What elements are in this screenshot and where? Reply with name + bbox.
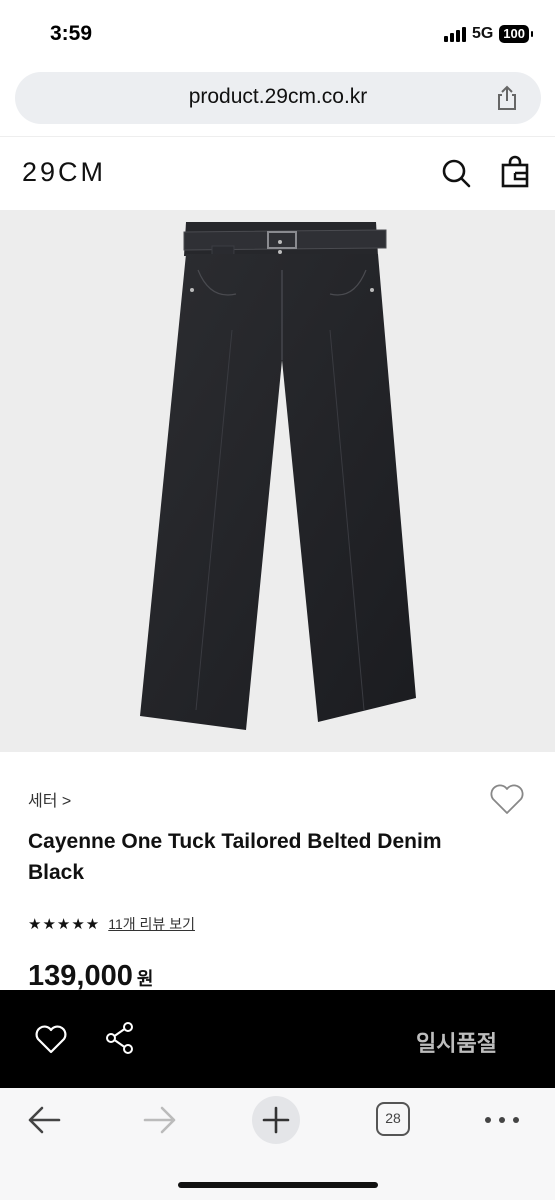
signal-icon <box>443 26 466 42</box>
currency-label: 원 <box>136 969 154 989</box>
address-bar[interactable]: product.29cm.co.kr <box>15 72 541 124</box>
status-bar: 3:59 5G 100 <box>0 0 555 64</box>
category-breadcrumb[interactable]: 세터 > <box>28 787 71 811</box>
new-tab-button[interactable] <box>252 1096 300 1144</box>
rating-stars: ★★★★★ <box>28 916 101 933</box>
site-header: 29CM <box>0 136 555 210</box>
browser-toolbar: 28 <box>0 1088 555 1200</box>
arrow-left-icon[interactable] <box>26 1104 62 1136</box>
more-icon[interactable] <box>482 1110 522 1130</box>
share-nodes-icon[interactable] <box>104 1021 136 1055</box>
review-link[interactable]: 11개 리뷰 보기 <box>108 914 195 934</box>
price-row: 139,000 원 <box>28 960 153 990</box>
url-text[interactable]: product.29cm.co.kr <box>15 85 541 109</box>
search-icon[interactable] <box>440 157 472 189</box>
soldout-button[interactable]: 일시품절 <box>416 1026 497 1058</box>
arrow-right-icon[interactable] <box>142 1104 178 1136</box>
product-price: 139,000 <box>28 960 133 990</box>
site-logo[interactable]: 29CM <box>22 157 106 188</box>
status-time: 3:59 <box>50 22 93 45</box>
plus-icon <box>262 1106 290 1134</box>
network-label: 5G <box>471 25 494 42</box>
shopping-bag-icon[interactable] <box>500 155 530 189</box>
rating-row: ★★★★★ 11개 리뷰 보기 <box>28 914 195 934</box>
home-indicator <box>178 1182 378 1188</box>
purchase-action-bar: 일시품절 <box>0 990 555 1088</box>
tab-count-button[interactable]: 28 <box>376 1102 410 1136</box>
share-icon[interactable] <box>493 84 521 112</box>
battery-indicator: 100 <box>499 25 533 43</box>
product-title: Cayenne One Tuck Tailored Belted Denim B… <box>28 830 442 884</box>
product-image[interactable] <box>0 210 555 752</box>
heart-icon[interactable] <box>34 1023 68 1055</box>
product-photo-denim-pants <box>140 222 416 730</box>
heart-icon[interactable] <box>488 782 526 816</box>
status-indicators: 5G 100 <box>443 25 533 43</box>
